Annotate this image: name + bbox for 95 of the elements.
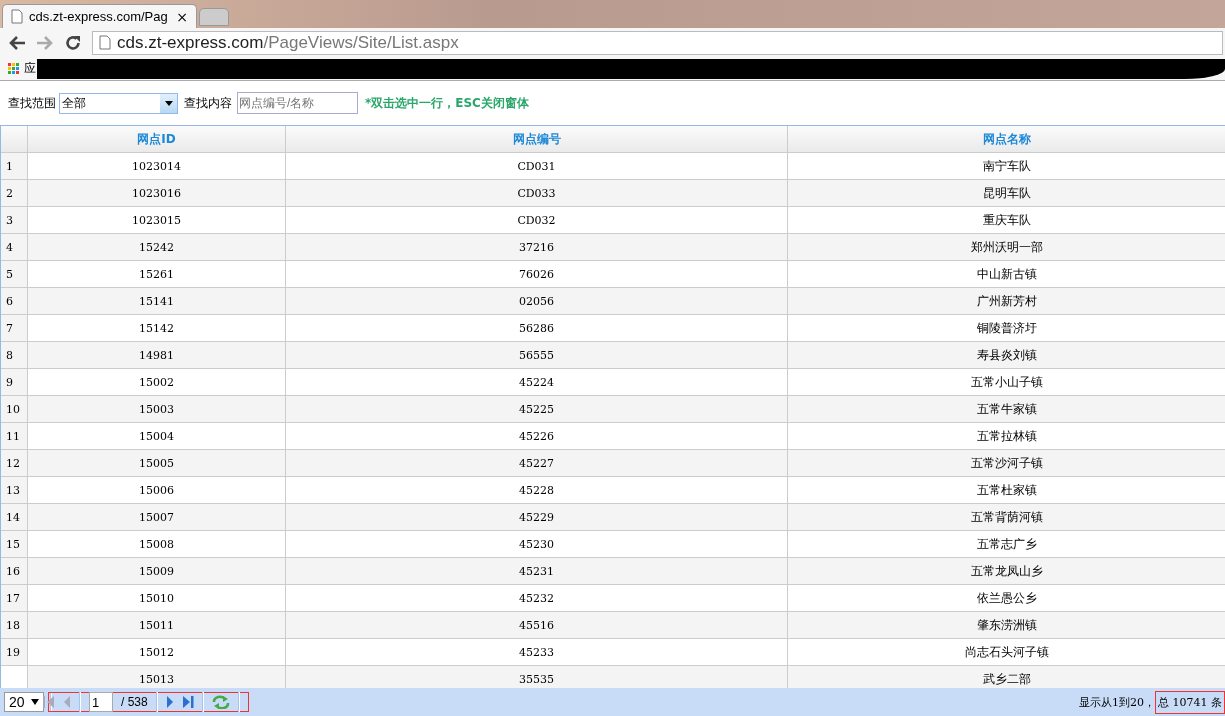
table-cell: 15002	[28, 369, 286, 395]
table-cell-text: 五常龙凤山乡	[969, 562, 1044, 580]
row-number: 7	[1, 315, 28, 341]
table-cell-text: 铜陵普济圩	[975, 319, 1038, 337]
row-number: 11	[1, 423, 28, 449]
row-number: 19	[1, 639, 28, 665]
apps-grid-icon[interactable]	[8, 63, 19, 74]
table-cell: 45229	[286, 504, 788, 530]
table-cell-text: 五常志广乡	[975, 535, 1038, 553]
browser-tab[interactable]: cds.zt-express.com/Pag ×	[2, 4, 197, 28]
table-cell-text: 尚志石头河子镇	[963, 643, 1050, 661]
table-cell-text: 肇东涝洲镇	[975, 616, 1038, 634]
reload-icon[interactable]	[64, 33, 82, 52]
table-cell: 45233	[286, 639, 788, 665]
table-cell-text: 南宁车队	[981, 157, 1032, 175]
next-page-icon[interactable]	[165, 696, 174, 708]
apps-label[interactable]: 应	[24, 60, 36, 77]
table-cell: CD033	[286, 180, 788, 206]
table-cell-text: 重庆车队	[981, 211, 1032, 229]
table-cell: 02056	[286, 288, 788, 314]
table-cell-text: 依兰愚公乡	[975, 589, 1038, 607]
row-number: 17	[1, 585, 28, 611]
content-label: 查找内容	[184, 94, 232, 112]
row-number: 15	[1, 531, 28, 557]
page-total: / 538	[121, 695, 148, 709]
table-cell-text: 武乡二部	[981, 670, 1032, 688]
table-cell: 15242	[28, 234, 286, 260]
row-number: 5	[1, 261, 28, 287]
forward-icon[interactable]	[36, 34, 54, 51]
caret-icon	[164, 100, 173, 106]
table-cell-text: 五常小山子镇	[969, 373, 1044, 391]
table-cell-text: 五常杜家镇	[975, 481, 1038, 499]
table-cell: 15141	[28, 288, 286, 314]
row-number: 1	[1, 153, 28, 179]
table-cell: 15142	[28, 315, 286, 341]
search-field[interactable]: 网点编号/名称	[237, 92, 358, 114]
summary-text: 显示从1到20，	[1079, 694, 1155, 710]
table-cell: 15005	[28, 450, 286, 476]
page-field[interactable]: 1	[89, 692, 113, 712]
browser-tab[interactable]	[199, 8, 229, 26]
page-icon	[11, 9, 23, 24]
refresh-icon[interactable]	[211, 695, 230, 709]
table-cell: 15008	[28, 531, 286, 557]
table-cell-text: 昆明车队	[981, 184, 1032, 202]
summary-total: 总 10741 条	[1155, 690, 1225, 714]
table-cell: CD032	[286, 207, 788, 233]
table-cell: 45227	[286, 450, 788, 476]
table-cell-text: 五常牛家镇	[975, 400, 1038, 418]
close-icon[interactable]: ×	[176, 8, 188, 25]
table-cell: CD031	[286, 153, 788, 179]
table-cell: 45231	[286, 558, 788, 584]
table-cell-text: 寿县炎刘镇	[975, 346, 1038, 364]
row-number: 13	[1, 477, 28, 503]
table-cell: 45516	[286, 612, 788, 638]
table-cell: 45224	[286, 369, 788, 395]
table-cell: 37216	[286, 234, 788, 260]
table-cell: 45225	[286, 396, 788, 422]
table-cell: 15006	[28, 477, 286, 503]
scope-dropdown[interactable]: 全部	[59, 92, 178, 114]
table-cell: 15261	[28, 261, 286, 287]
table-cell: 45228	[286, 477, 788, 503]
table-cell-text: 五常拉林镇	[975, 427, 1038, 445]
table-cell: 15012	[28, 639, 286, 665]
table-cell-text: 五常背荫河镇	[969, 508, 1044, 526]
table-cell: 15003	[28, 396, 286, 422]
hint-text: *双击选中一行，ESC关闭窗体	[365, 94, 529, 112]
back-icon[interactable]	[8, 34, 26, 51]
page-icon	[99, 35, 111, 50]
table-cell: 15007	[28, 504, 286, 530]
table-cell: 1023015	[28, 207, 286, 233]
table-cell: 1023016	[28, 180, 286, 206]
table-cell: 45232	[286, 585, 788, 611]
table-cell: 45226	[286, 423, 788, 449]
table-cell: 14981	[28, 342, 286, 368]
table-cell-text: 中山新古镇	[975, 265, 1038, 283]
last-page-icon[interactable]	[181, 696, 194, 708]
first-page-icon[interactable]	[43, 696, 55, 708]
caret-icon	[31, 699, 39, 705]
page-size-dropdown[interactable]: 20	[4, 692, 44, 712]
table-cell: 45230	[286, 531, 788, 557]
table-cell-text: 广州新芳村	[975, 292, 1038, 310]
scope-label: 查找范围	[8, 94, 56, 112]
table-cell: 15011	[28, 612, 286, 638]
table-cell: 76026	[286, 261, 788, 287]
table-cell: 56555	[286, 342, 788, 368]
address-bar[interactable]: cds.zt-express.com/PageViews/Site/List.aspx	[92, 30, 1223, 55]
table-cell: 1023014	[28, 153, 286, 179]
table-cell: 15009	[28, 558, 286, 584]
table-cell: 56286	[286, 315, 788, 341]
table-cell-text: 五常沙河子镇	[969, 454, 1044, 472]
table-cell: 15010	[28, 585, 286, 611]
table-cell-text: 郑州沃明一部	[969, 238, 1044, 256]
row-number: 9	[1, 369, 28, 395]
row-number: 3	[1, 207, 28, 233]
table-cell: 15004	[28, 423, 286, 449]
